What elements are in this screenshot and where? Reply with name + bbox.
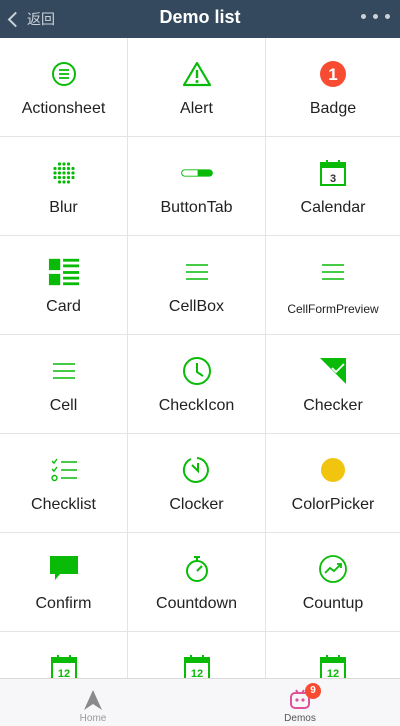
demos-badge: 9 [305, 683, 321, 699]
demo-label: Confirm [35, 595, 92, 612]
checkicon-icon [181, 355, 213, 387]
cellbox-icon [181, 256, 213, 288]
badge-icon: 1 [317, 58, 349, 90]
svg-text:12: 12 [57, 668, 69, 678]
demo-item-checker[interactable]: Checker [266, 335, 400, 434]
tab-home-label: Home [79, 713, 107, 724]
demo-item-blur[interactable]: Blur [0, 137, 128, 236]
datetime-icon: 12 [181, 652, 213, 678]
demo-item-cellformpreview[interactable]: CellFormPreview [266, 236, 400, 335]
demo-label: Blur [49, 199, 78, 216]
tab-demos-label: Demos [284, 713, 316, 724]
demo-grid: Actionsheet Alert 1 Badge Blur ButtonTab 3 Cale… [0, 38, 400, 678]
navigation-arrow-icon [84, 690, 102, 710]
demo-item-calendar[interactable]: 3 Calendar [266, 137, 400, 236]
more-menu-button[interactable] [361, 14, 390, 19]
demo-item-clocker[interactable]: Clocker [128, 434, 266, 533]
more-dot-icon [385, 14, 390, 19]
demo-label: CellBox [168, 298, 225, 315]
demo-label: Checker [303, 397, 363, 414]
demo-label: Actionsheet [21, 100, 106, 117]
tab-bar: Home 9 Demos [0, 678, 400, 726]
demo-label: Checklist [31, 496, 96, 513]
countup-icon [317, 553, 349, 585]
demo-label: Clocker [169, 496, 224, 513]
demo-label: ButtonTab [160, 199, 233, 216]
demo-label: CellFormPreview [287, 302, 379, 316]
demo-label: Badge [309, 100, 357, 117]
tab-home[interactable]: Home [33, 679, 153, 726]
card-icon [48, 256, 80, 288]
demo-item-checklist[interactable]: Checklist [0, 434, 128, 533]
actionsheet-icon [48, 58, 80, 90]
page-title: Demo list [159, 7, 241, 27]
blur-icon [48, 157, 80, 189]
demo-item-countup[interactable]: Countup [266, 533, 400, 632]
demo-item-cellbox[interactable]: CellBox [128, 236, 266, 335]
demo-item-item-19[interactable]: 12 [128, 632, 266, 678]
demo-grid-scroll[interactable]: Actionsheet Alert 1 Badge Blur ButtonTab 3 Cale… [0, 38, 400, 678]
svg-text:3: 3 [330, 173, 336, 185]
datetime-icon: 12 [48, 652, 80, 678]
nav-header: 返回 Demo list [0, 0, 400, 38]
demo-item-item-18[interactable]: 12 [0, 632, 128, 678]
checker-icon [317, 355, 349, 387]
demo-item-cell[interactable]: Cell [0, 335, 128, 434]
demo-item-item-20[interactable]: 12 [266, 632, 400, 678]
svg-text:12: 12 [327, 668, 339, 678]
tab-demos[interactable]: 9 Demos [240, 679, 360, 726]
demo-item-confirm[interactable]: Confirm [0, 533, 128, 632]
confirm-icon [48, 553, 80, 585]
cell-icon [48, 355, 80, 387]
demo-item-colorpicker[interactable]: ColorPicker [266, 434, 400, 533]
svg-text:12: 12 [190, 668, 202, 678]
demo-label: Countup [302, 595, 364, 612]
demo-item-countdown[interactable]: Countdown [128, 533, 266, 632]
alert-icon [181, 58, 213, 90]
buttontab-icon [180, 157, 213, 189]
datetime-icon: 12 [317, 652, 349, 678]
demo-label: Calendar [300, 199, 366, 216]
countdown-icon [181, 553, 213, 585]
calendar-icon: 3 [317, 157, 349, 189]
cellformpreview-icon [317, 256, 349, 288]
demo-label: Alert [180, 100, 213, 117]
demo-item-buttontab[interactable]: ButtonTab [128, 137, 266, 236]
colorpicker-icon [317, 454, 349, 486]
more-dot-icon [373, 14, 378, 19]
checklist-icon [48, 454, 80, 486]
more-dot-icon [361, 14, 366, 19]
demo-label: CheckIcon [158, 397, 235, 414]
demo-item-checkicon[interactable]: CheckIcon [128, 335, 266, 434]
demo-label: Card [46, 298, 81, 315]
demo-item-badge[interactable]: 1 Badge [266, 38, 400, 137]
demo-item-alert[interactable]: Alert [128, 38, 266, 137]
demo-label: Countdown [156, 595, 237, 612]
clocker-icon [181, 454, 213, 486]
demo-item-card[interactable]: Card [0, 236, 128, 335]
demo-label: Cell [49, 397, 78, 414]
demo-label: ColorPicker [291, 496, 375, 513]
svg-text:1: 1 [328, 65, 337, 84]
demo-item-actionsheet[interactable]: Actionsheet [0, 38, 128, 137]
